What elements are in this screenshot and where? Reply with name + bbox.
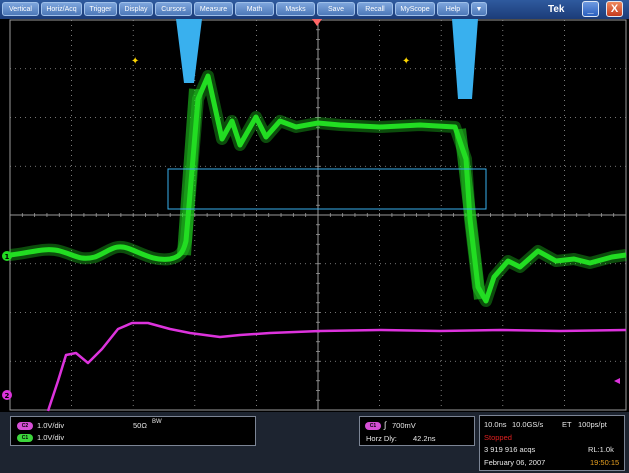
minimize-button[interactable]: _ [582, 1, 599, 17]
menu-masks[interactable]: Masks [276, 2, 315, 16]
time-per-div-value: 10.0ns [484, 420, 507, 429]
resolution-value: 100ps/pt [578, 420, 607, 429]
menu-recall[interactable]: Recall [357, 2, 393, 16]
time-value: 19:50:15 [590, 458, 620, 467]
bandwidth-limit-icon: BW [152, 419, 162, 425]
menu-help[interactable]: Help [437, 2, 469, 16]
menu-measure[interactable]: Measure [194, 2, 233, 16]
menu-trigger[interactable]: Trigger [84, 2, 117, 16]
graticule-grid [9, 19, 627, 411]
trigger-slope-icon: ∫ [384, 420, 387, 430]
sample-rate-value: 10.0GS/s [512, 420, 544, 429]
horz-delay-label: Horz Dly: [366, 434, 397, 443]
graticule-canvas: ✦ ✦ 1 2 [2, 19, 627, 412]
trigger-level-value: 700mV [392, 421, 416, 430]
termination-value: 50Ω [133, 421, 147, 430]
acquisition-count: 3 919 916 acqs [484, 445, 536, 454]
ch2-badge: C2 [17, 422, 33, 430]
menu-horiz-acq[interactable]: Horiz/Acq [41, 2, 82, 16]
ch2-marker-label: 2 [5, 392, 10, 400]
waveform-display[interactable]: ✦ ✦ 1 2 [0, 19, 629, 412]
acquisition-panel[interactable]: 10.0ns 10.0GS/s ET 100ps/pt Stopped 3 91… [479, 415, 625, 471]
status-bar: C2 1.0V/div 50Ω BW C1 1.0V/div C1 ∫ 700m… [0, 412, 629, 473]
ch1-rising-edge [177, 88, 203, 256]
cursor-b-marker[interactable] [452, 19, 478, 99]
menu-math[interactable]: Math [235, 2, 274, 16]
horz-delay-value: 42.2ns [413, 434, 436, 443]
ch2-waveform [46, 321, 627, 412]
ch2-scale-value: 1.0V/div [37, 421, 65, 430]
trigger-source-badge: C1 [365, 422, 381, 430]
trigger-position-arrow[interactable] [312, 19, 322, 26]
ch1-scale-value: 1.0V/div [37, 433, 65, 442]
trigger-readout-panel[interactable]: C1 ∫ 700mV Horz Dly: 42.2ns [359, 416, 475, 446]
trigger-level-arrow[interactable] [614, 378, 620, 384]
menu-bar: Vertical Horiz/Acq Trigger Display Curso… [0, 0, 629, 20]
menu-vertical[interactable]: Vertical [2, 2, 39, 16]
menu-myscope[interactable]: MyScope [395, 2, 435, 16]
et-mode-label: ET [562, 420, 572, 429]
record-length-value: RL:1.0k [588, 445, 614, 454]
brand-logo: Tek [548, 4, 565, 15]
ch1-badge: C1 [17, 434, 33, 442]
menu-save[interactable]: Save [317, 2, 355, 16]
acquisition-state: Stopped [484, 433, 512, 442]
zoom-selection-box[interactable] [167, 168, 487, 210]
menu-dropdown-button[interactable]: ▼ [471, 2, 487, 16]
menu-display[interactable]: Display [119, 2, 153, 16]
close-button[interactable]: X [606, 1, 623, 17]
date-value: February 06, 2007 [484, 458, 546, 467]
ch1-marker-label: 1 [5, 253, 10, 261]
channel-readout-panel[interactable]: C2 1.0V/div 50Ω BW C1 1.0V/div [10, 416, 256, 446]
reference-star-marker-right: ✦ [402, 56, 410, 67]
reference-star-marker-left: ✦ [131, 56, 139, 67]
menu-cursors[interactable]: Cursors [155, 2, 192, 16]
cursor-a-marker[interactable] [176, 19, 202, 83]
